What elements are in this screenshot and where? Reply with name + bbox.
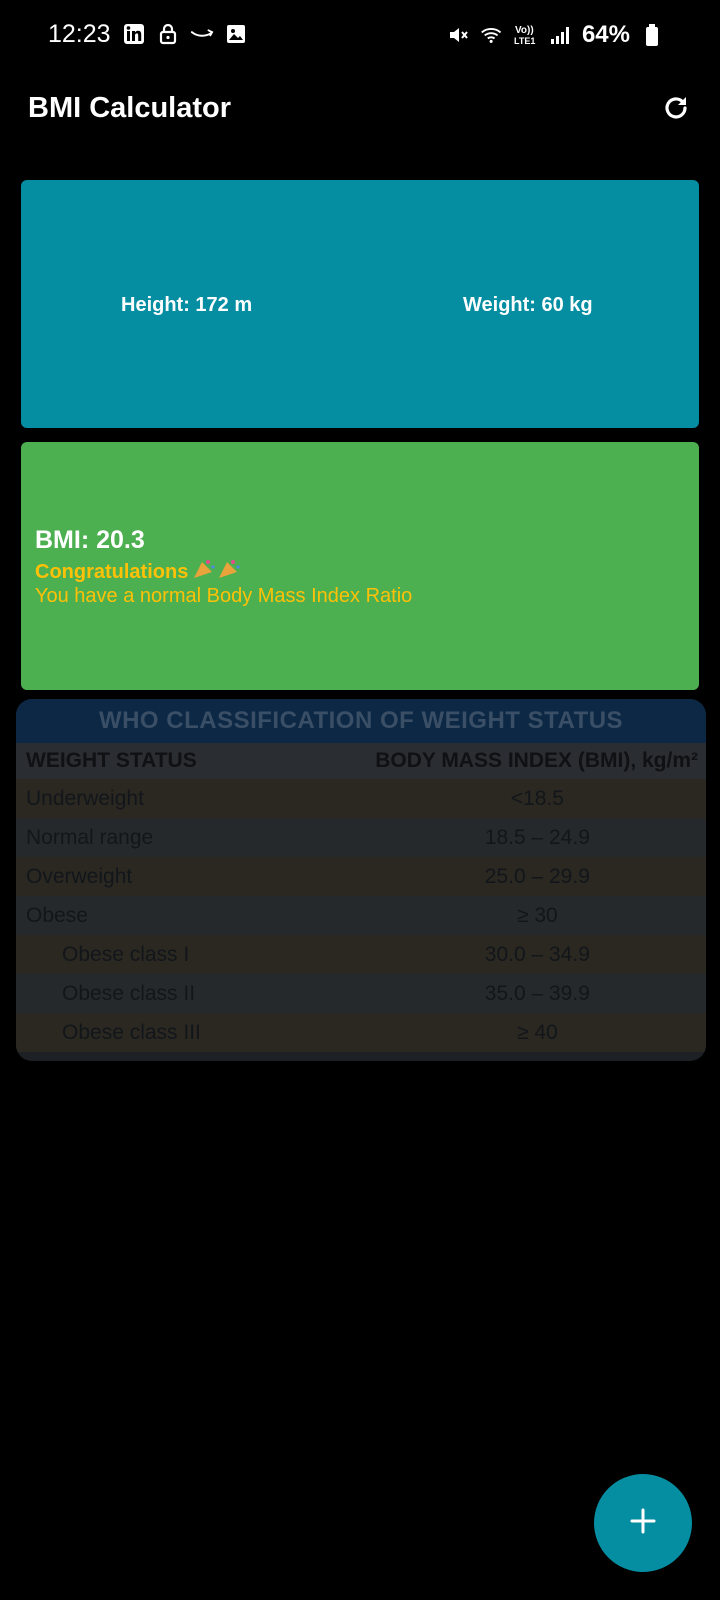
status-time: 12:23	[48, 20, 111, 48]
weight-status-cell: Overweight	[26, 864, 133, 888]
result-message: You have a normal Body Mass Index Ratio	[35, 585, 413, 607]
weight-status-cell: Obese	[26, 903, 88, 927]
refresh-icon	[661, 93, 691, 128]
page-title: BMI Calculator	[28, 92, 232, 124]
svg-text:Vo)): Vo))	[515, 25, 534, 36]
table-header-row: WEIGHT STATUS BODY MASS INDEX (BMI), kg/…	[16, 743, 706, 779]
plus-icon	[628, 1506, 658, 1541]
table-row: Normal range 18.5 – 24.9	[16, 818, 706, 857]
status-bar: 12:23 Vo)) LTE1 64%	[0, 0, 720, 72]
congrats-row: Congratulations	[35, 558, 244, 586]
gallery-icon	[224, 22, 248, 46]
bmi-range-cell: 35.0 – 39.9	[484, 981, 590, 1005]
bmi-range-cell: 18.5 – 24.9	[484, 825, 590, 849]
bmi-range-cell: 25.0 – 29.9	[484, 864, 590, 888]
mute-icon	[446, 23, 470, 47]
volte-lte-icon: Vo)) LTE1	[514, 23, 538, 47]
table-row: Underweight <18.5	[16, 779, 706, 818]
signal-icon	[548, 23, 572, 47]
result-card: BMI: 20.3 Congratulations You have a nor…	[21, 442, 699, 690]
table-row: Obese class III ≥ 40	[16, 1013, 706, 1052]
lock-icon	[156, 22, 180, 46]
weight-status-cell: Underweight	[26, 786, 144, 810]
table-row: Obese class II 35.0 – 39.9	[16, 974, 706, 1013]
who-table-title: WHO CLASSIFICATION OF WEIGHT STATUS	[98, 707, 624, 734]
input-card[interactable]: Height: 172 m Weight: 60 kg	[21, 180, 699, 428]
refresh-button[interactable]	[660, 94, 692, 126]
svg-text:LTE1: LTE1	[514, 36, 535, 46]
bmi-range-cell: <18.5	[510, 786, 564, 810]
bmi-range-cell: ≥ 40	[516, 1020, 558, 1044]
who-classification-table: WHO CLASSIFICATION OF WEIGHT STATUS WEIG…	[16, 699, 706, 1061]
weight-label: Weight: 60 kg	[463, 294, 593, 316]
weight-status-cell: Normal range	[26, 825, 154, 849]
height-label: Height: 172 m	[121, 294, 253, 316]
table-row: Overweight 25.0 – 29.9	[16, 857, 706, 896]
wifi-icon	[480, 23, 504, 47]
battery-icon	[640, 23, 664, 47]
weight-status-cell: Obese class II	[62, 981, 196, 1005]
column-header-status: WEIGHT STATUS	[16, 743, 259, 779]
battery-percentage: 64%	[581, 21, 630, 48]
table-row: Obese class I 30.0 – 34.9	[16, 935, 706, 974]
bmi-value: BMI: 20.3	[35, 526, 145, 554]
bmi-range-cell: 30.0 – 34.9	[484, 942, 590, 966]
status-right-icons: Vo)) LTE1 64%	[446, 21, 664, 49]
linkedin-icon	[122, 22, 146, 46]
column-header-bmi: BODY MASS INDEX (BMI), kg/m²	[258, 743, 706, 779]
weight-status-cell: Obese class I	[62, 942, 190, 966]
bmi-range-cell: ≥ 30	[516, 903, 558, 927]
status-left-icons	[122, 22, 248, 46]
who-table-header: WHO CLASSIFICATION OF WEIGHT STATUS	[16, 699, 706, 743]
party-popper-icon	[192, 558, 244, 586]
table-row: Obese ≥ 30	[16, 896, 706, 935]
weight-status-cell: Obese class III	[62, 1020, 201, 1044]
add-button[interactable]	[594, 1474, 692, 1572]
amazon-icon	[190, 22, 214, 46]
congrats-label: Congratulations	[35, 560, 189, 583]
who-table-body: WEIGHT STATUS BODY MASS INDEX (BMI), kg/…	[16, 743, 706, 1052]
